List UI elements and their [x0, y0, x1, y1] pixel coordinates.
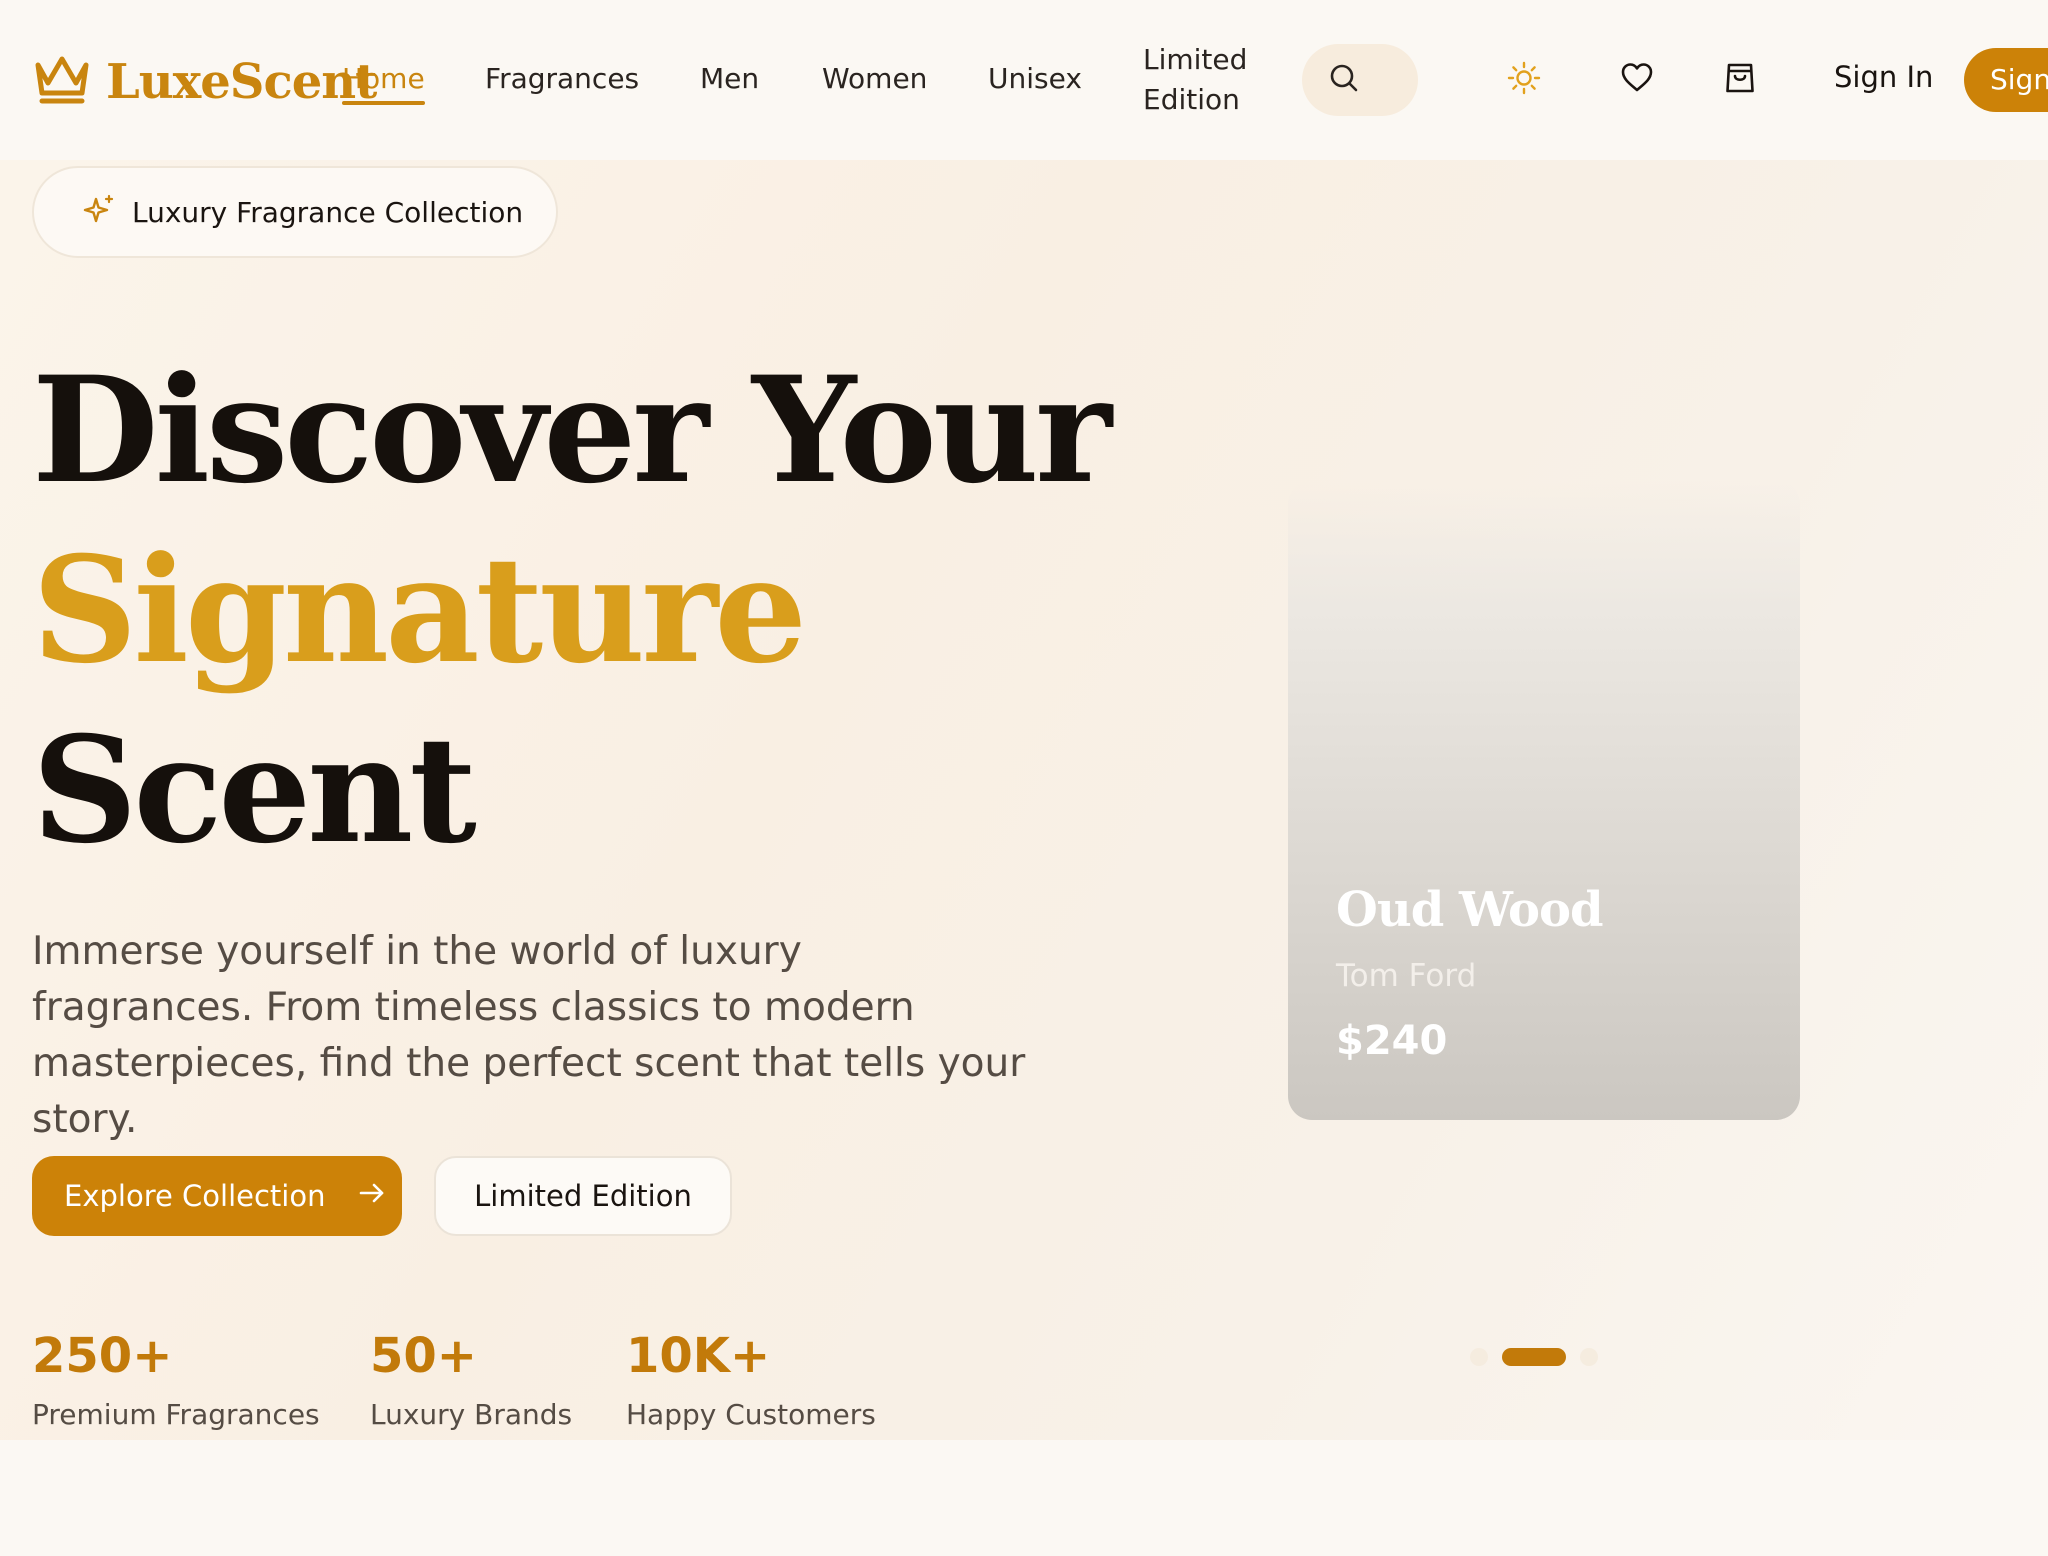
sign-in-link[interactable]: Sign In: [1834, 60, 1933, 94]
headline-line-3: Scent: [32, 705, 477, 876]
sign-up-button[interactable]: Sign: [1964, 48, 2048, 112]
nav-fragrances[interactable]: Fragrances: [485, 62, 639, 95]
brand-name: LuxeScent: [106, 54, 377, 110]
stat-fragrances: 250+ Premium Fragrances: [32, 1332, 320, 1431]
sparkles-icon: [82, 193, 116, 231]
stat-value: 50+: [370, 1328, 478, 1384]
shopping-bag-icon: [1723, 61, 1757, 99]
stat-value: 10K+: [626, 1328, 771, 1384]
wishlist-button[interactable]: [1615, 58, 1659, 102]
site-header: LuxeScent Home Fragrances Men Women Unis…: [0, 0, 2048, 160]
page: LuxeScent Home Fragrances Men Women Unis…: [0, 0, 2048, 1556]
explore-collection-label: Explore Collection: [64, 1179, 326, 1213]
stat-label: Happy Customers: [626, 1398, 876, 1431]
featured-product-card[interactable]: Oud Wood Tom Ford $240: [1288, 480, 1800, 1120]
carousel-dot[interactable]: [1470, 1348, 1488, 1366]
heart-icon: [1620, 61, 1654, 99]
stat-value: 250+: [32, 1328, 173, 1384]
carousel-dot-active[interactable]: [1502, 1348, 1566, 1366]
hero-description: Immerse yourself in the world of luxury …: [32, 929, 1026, 1142]
stat-label: Luxury Brands: [370, 1398, 573, 1431]
headline-line-2: Signature: [32, 525, 807, 696]
cart-button[interactable]: [1718, 58, 1762, 102]
headline-line-1: Discover Your: [32, 345, 1112, 516]
logo[interactable]: LuxeScent: [32, 52, 377, 112]
nav-unisex[interactable]: Unisex: [988, 62, 1082, 95]
nav-home[interactable]: Home: [342, 62, 425, 105]
sun-icon: [1506, 60, 1542, 100]
nav-men[interactable]: Men: [700, 62, 759, 95]
carousel-indicators: [1470, 1348, 1598, 1366]
explore-collection-button[interactable]: Explore Collection: [32, 1156, 402, 1236]
stat-label: Premium Fragrances: [32, 1398, 320, 1431]
nav-women[interactable]: Women: [822, 62, 927, 95]
carousel-dot[interactable]: [1580, 1348, 1598, 1366]
limited-edition-button[interactable]: Limited Edition: [434, 1156, 732, 1236]
collection-badge: Luxury Fragrance Collection: [32, 166, 558, 258]
product-price: $240: [1336, 1018, 1448, 1064]
stat-brands: 50+ Luxury Brands: [370, 1332, 572, 1431]
stat-customers: 10K+ Happy Customers: [626, 1332, 876, 1431]
nav-limited-edition[interactable]: Limited Edition: [1143, 40, 1253, 120]
product-brand: Tom Ford: [1336, 958, 1477, 994]
badge-label: Luxury Fragrance Collection: [132, 195, 524, 229]
search-button[interactable]: [1302, 44, 1418, 116]
crown-icon: [32, 53, 92, 111]
theme-toggle-button[interactable]: [1502, 58, 1546, 102]
hero-section: Luxury Fragrance Collection Discover You…: [0, 160, 2048, 1440]
product-name: Oud Wood: [1336, 882, 1604, 938]
page-bottom: [0, 1440, 2048, 1556]
arrow-right-icon: [357, 1178, 387, 1215]
search-icon: [1328, 62, 1360, 98]
